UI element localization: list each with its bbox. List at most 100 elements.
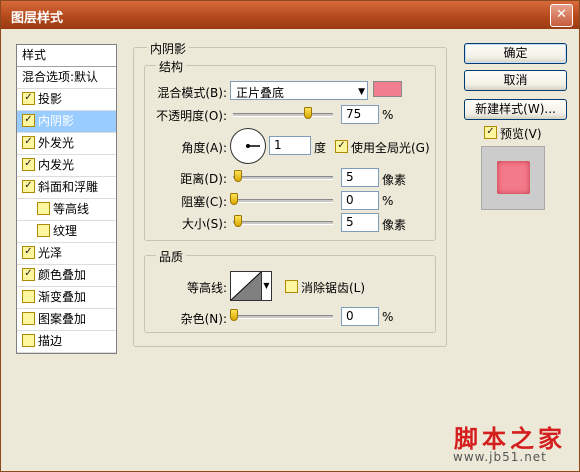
noise-unit: % <box>382 310 394 324</box>
style-item-label: 投影 <box>38 92 63 106</box>
size-slider[interactable] <box>233 215 333 229</box>
contour-dropdown-button[interactable]: ▼ <box>262 271 272 301</box>
style-item[interactable]: 光泽 <box>17 243 116 265</box>
distance-unit: 像素 <box>382 173 407 187</box>
style-item-label: 图案叠加 <box>38 312 87 326</box>
antialias-checkbox[interactable] <box>285 280 298 293</box>
title-bar[interactable]: 图层样式 ✕ <box>1 1 579 29</box>
noise-label: 杂色(N): <box>180 312 227 326</box>
distance-input[interactable]: 5 <box>341 168 379 187</box>
style-item[interactable]: 描边 <box>17 331 116 353</box>
opacity-label: 不透明度(O): <box>156 109 227 123</box>
chevron-down-icon: ▼ <box>358 87 365 97</box>
blend-mode-select[interactable]: 正片叠底 ▼ <box>230 81 368 100</box>
contour-label: 等高线: <box>186 281 227 295</box>
choke-unit: % <box>382 194 394 208</box>
cancel-button[interactable]: 取消 <box>464 70 567 91</box>
angle-dial[interactable] <box>230 128 266 164</box>
distance-slider-thumb[interactable] <box>234 170 242 182</box>
angle-dial-needle <box>246 144 260 148</box>
style-item-checkbox[interactable] <box>22 268 35 281</box>
size-input[interactable]: 5 <box>341 213 379 232</box>
angle-label: 角度(A): <box>181 141 227 155</box>
style-item[interactable]: 图案叠加 <box>17 309 116 331</box>
style-item-checkbox[interactable] <box>22 92 35 105</box>
close-button[interactable]: ✕ <box>550 4 573 27</box>
size-label: 大小(S): <box>181 217 227 231</box>
choke-label: 阻塞(C): <box>181 195 227 209</box>
window-title: 图层样式 <box>11 11 64 26</box>
close-icon: ✕ <box>556 7 567 22</box>
chevron-down-icon: ▼ <box>263 281 270 290</box>
opacity-unit: % <box>382 108 394 122</box>
style-item-checkbox[interactable] <box>22 114 35 127</box>
choke-input[interactable]: 0 <box>341 191 379 210</box>
style-item-checkbox[interactable] <box>22 180 35 193</box>
size-unit: 像素 <box>382 218 407 232</box>
style-item-label: 颜色叠加 <box>38 268 87 282</box>
angle-input[interactable]: 1 <box>269 136 311 155</box>
style-item-checkbox[interactable] <box>22 312 35 325</box>
global-light-checkbox[interactable] <box>335 140 348 153</box>
noise-input[interactable]: 0 <box>341 307 379 326</box>
style-item-checkbox[interactable] <box>22 158 35 171</box>
watermark-logo: 脚本之家 <box>454 424 566 453</box>
noise-slider[interactable] <box>230 309 333 323</box>
styles-list: 样式 混合选项:默认投影内阴影外发光内发光斜面和浮雕等高线纹理光泽颜色叠加渐变叠… <box>16 44 117 354</box>
shadow-color-swatch[interactable] <box>373 81 402 97</box>
preview-thumbnail <box>481 146 545 210</box>
styles-list-header-label: 样式 <box>22 48 47 62</box>
size-slider-thumb[interactable] <box>234 215 242 227</box>
watermark-url: www.jb51.net <box>453 450 547 464</box>
style-item-checkbox[interactable] <box>22 136 35 149</box>
opacity-slider[interactable] <box>233 107 333 121</box>
style-item-label: 光泽 <box>38 246 63 260</box>
style-item-label: 渐变叠加 <box>38 290 87 304</box>
style-item-label: 外发光 <box>38 136 75 150</box>
style-item[interactable]: 外发光 <box>17 133 116 155</box>
choke-slider[interactable] <box>230 193 333 207</box>
style-item[interactable]: 渐变叠加 <box>17 287 116 309</box>
style-item-label: 混合选项:默认 <box>22 70 99 84</box>
layer-style-dialog: 图层样式 ✕ 样式 混合选项:默认投影内阴影外发光内发光斜面和浮雕等高线纹理光泽… <box>0 0 580 472</box>
style-item-checkbox[interactable] <box>37 202 50 215</box>
style-item-label: 内阴影 <box>38 114 75 128</box>
antialias-label: 消除锯齿(L) <box>301 281 366 295</box>
inner-shadow-title: 内阴影 <box>147 40 190 57</box>
new-style-button[interactable]: 新建样式(W)... <box>464 99 567 120</box>
structure-title: 结构 <box>156 58 187 75</box>
preview-sample <box>497 161 530 194</box>
distance-label: 距离(D): <box>180 172 227 186</box>
noise-slider-thumb[interactable] <box>230 309 238 321</box>
style-item[interactable]: 内阴影 <box>17 111 116 133</box>
style-item-label: 内发光 <box>38 158 75 172</box>
style-item-label: 等高线 <box>53 202 90 216</box>
style-item[interactable]: 纹理 <box>17 221 116 243</box>
preview-checkbox[interactable] <box>484 126 497 139</box>
style-item[interactable]: 内发光 <box>17 155 116 177</box>
quality-title: 品质 <box>156 248 187 265</box>
opacity-slider-thumb[interactable] <box>304 107 312 119</box>
choke-slider-thumb[interactable] <box>230 193 238 205</box>
style-item-checkbox[interactable] <box>22 334 35 347</box>
style-item-checkbox[interactable] <box>22 246 35 259</box>
distance-slider[interactable] <box>233 170 333 184</box>
style-item[interactable]: 斜面和浮雕 <box>17 177 116 199</box>
ok-button[interactable]: 确定 <box>464 43 567 64</box>
style-item-label: 描边 <box>38 334 63 348</box>
blend-mode-label: 混合模式(B): <box>157 86 227 100</box>
opacity-input[interactable]: 75 <box>341 105 379 124</box>
style-item[interactable]: 投影 <box>17 89 116 111</box>
preview-label: 预览(V) <box>500 127 542 141</box>
style-item-label: 纹理 <box>53 224 78 238</box>
style-item-checkbox[interactable] <box>37 224 50 237</box>
styles-list-header[interactable]: 样式 <box>17 45 116 67</box>
style-item[interactable]: 颜色叠加 <box>17 265 116 287</box>
opacity-slider-track <box>233 113 333 117</box>
style-item[interactable]: 混合选项:默认 <box>17 67 116 89</box>
style-item-checkbox[interactable] <box>22 290 35 303</box>
style-item[interactable]: 等高线 <box>17 199 116 221</box>
angle-unit: 度 <box>314 141 327 155</box>
style-item-label: 斜面和浮雕 <box>38 180 99 194</box>
contour-picker[interactable] <box>230 271 262 301</box>
